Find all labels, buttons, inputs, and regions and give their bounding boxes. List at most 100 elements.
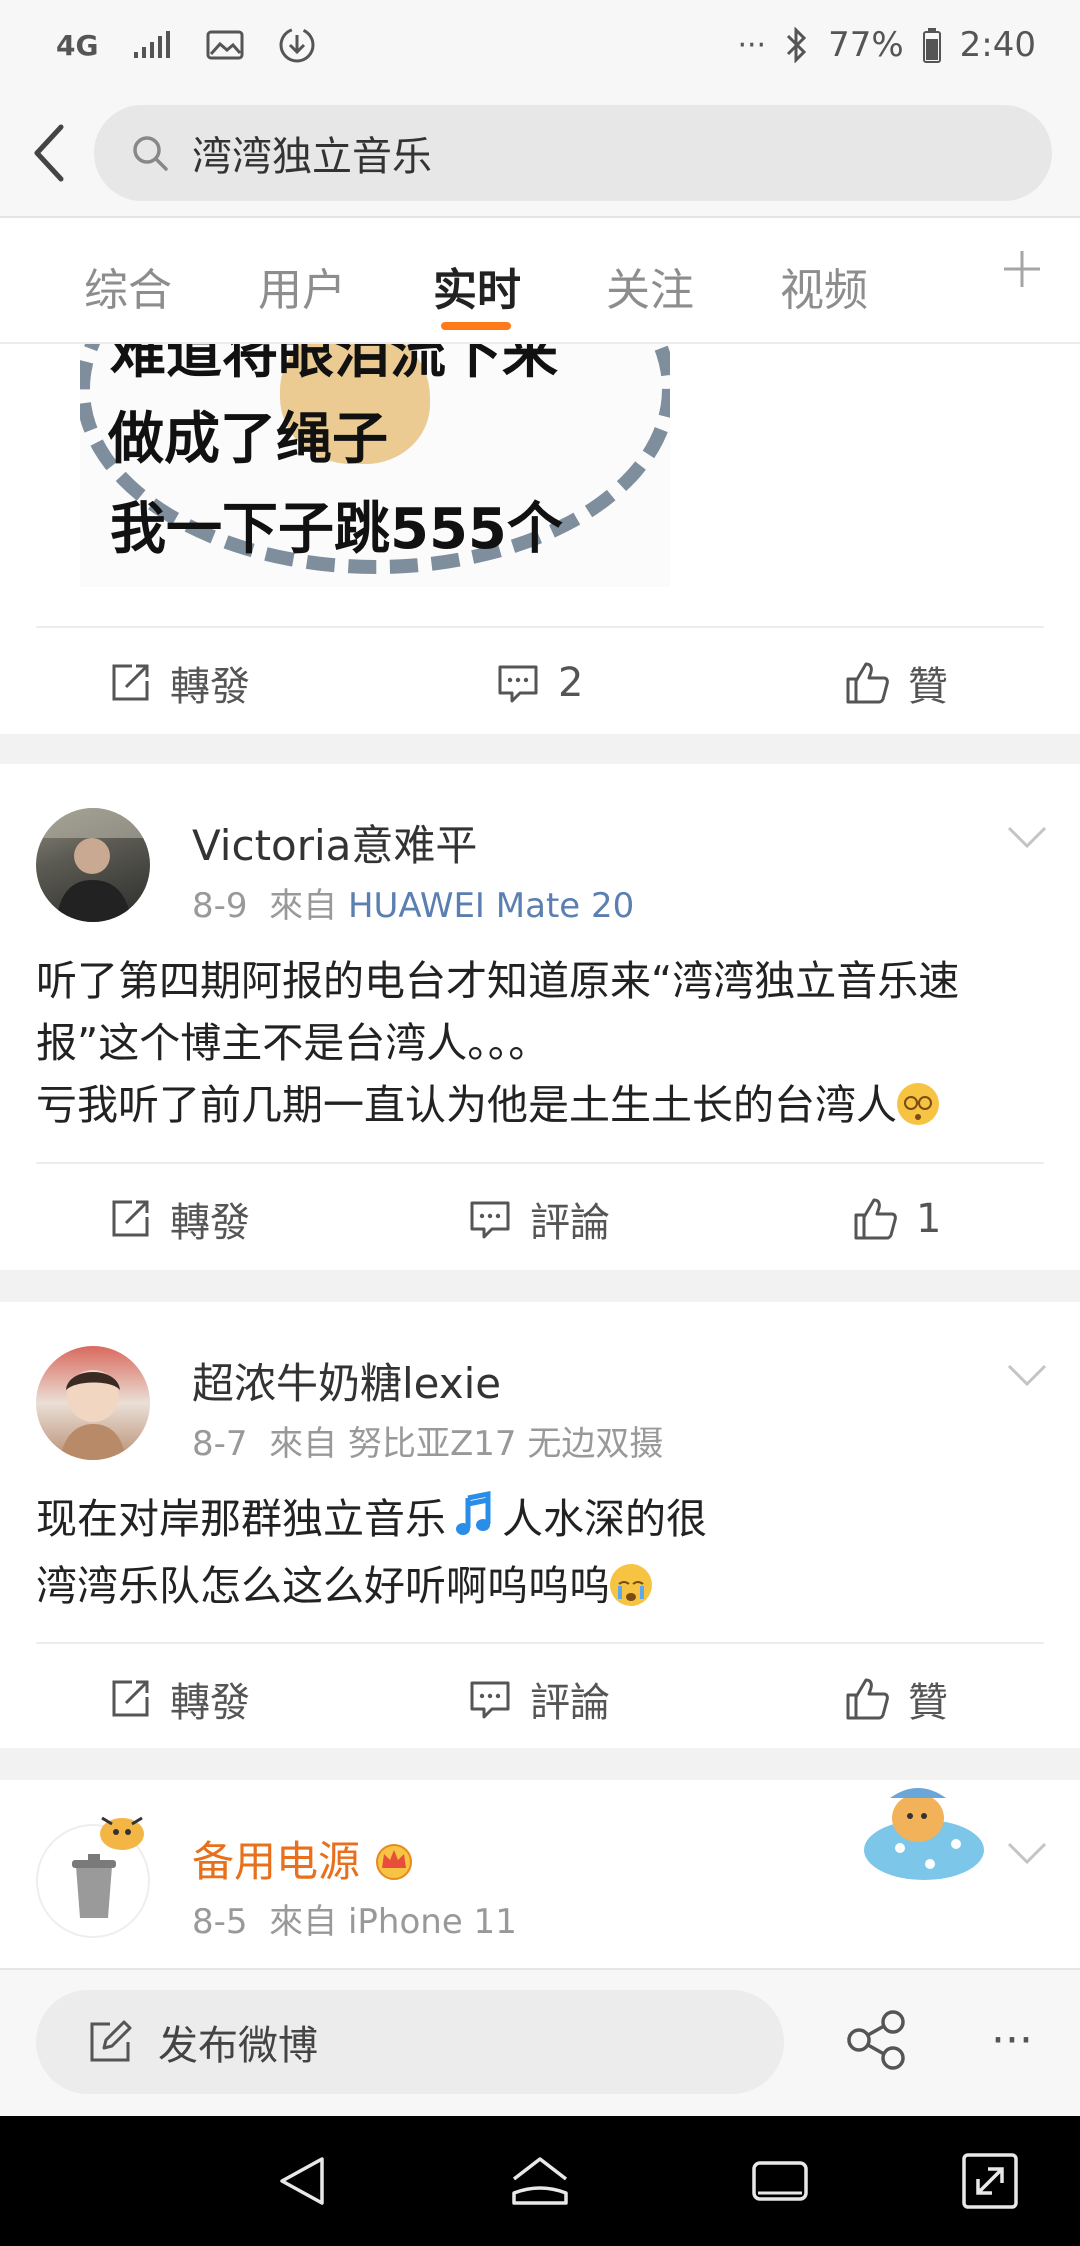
like-button[interactable]: 贊	[844, 628, 948, 738]
repost-label: 轉發	[170, 664, 250, 710]
comment-label: 評論	[530, 1200, 610, 1246]
compose-label: 发布微博	[158, 2023, 318, 2069]
network-4g-icon: 4G	[56, 28, 99, 62]
post-text-line: 现在对岸那群独立音乐 人水深的很	[36, 1488, 1046, 1555]
bottom-composer-bar: 发布微博 ···	[0, 1968, 1080, 2116]
post-text: 现在对岸那群独立音乐 人水深的很 湾湾乐队怎么这么好听啊呜呜呜	[36, 1488, 1046, 1617]
post-from: 來自	[269, 1424, 338, 1464]
chevron-down-icon[interactable]	[1005, 1360, 1049, 1390]
post-source: iPhone 11	[347, 1902, 517, 1942]
avatar-pendant-icon	[92, 1810, 152, 1856]
comment-button[interactable]: 2	[496, 628, 583, 738]
post-source-link[interactable]: HUAWEI Mate 20	[348, 886, 634, 926]
repost-button[interactable]: 轉發	[108, 1644, 250, 1754]
like-label: 贊	[908, 1680, 948, 1726]
meme-text-line: 我一下子跳555个	[110, 497, 563, 562]
post-text-line: 亏我听了前几期一直认为他是土生土长的台湾人	[36, 1074, 1046, 1136]
chevron-down-icon[interactable]	[1005, 822, 1049, 852]
post-meta: 8-9 來自 HUAWEI Mate 20	[192, 878, 634, 927]
like-button[interactable]: 1	[852, 1164, 941, 1274]
active-tab-indicator	[441, 322, 511, 330]
thumbs-up-icon	[846, 662, 889, 704]
search-query: 湾湾独立音乐	[192, 134, 432, 180]
post-date: 8-9	[192, 886, 248, 926]
tab-video[interactable]: 视频	[780, 254, 868, 318]
action-bar: 轉發 2 贊	[36, 626, 1044, 736]
comment-count: 2	[558, 660, 584, 706]
nav-home-icon[interactable]	[508, 2149, 572, 2213]
avatar[interactable]	[36, 1346, 150, 1460]
post-card[interactable]: Victoria意难平 8-9 來自 HUAWEI Mate 20 听了第四期阿…	[0, 764, 1080, 1270]
share-icon	[847, 2010, 905, 2070]
status-more-icon: ···	[737, 27, 767, 63]
post-card[interactable]: 备用电源 8-5 來自 iPhone 11	[0, 1780, 1080, 1968]
username[interactable]: 超浓牛奶糖lexie	[192, 1350, 501, 1411]
clock: 2:40	[959, 25, 1036, 65]
like-count: 1	[916, 1196, 942, 1242]
nav-expand-icon[interactable]	[958, 2149, 1022, 2213]
repost-label: 轉發	[170, 1680, 250, 1726]
vip-crown-icon	[372, 1840, 416, 1890]
search-input[interactable]: 湾湾独立音乐	[94, 105, 1052, 201]
tab-bar: 综合 用户 实时 关注 视频	[0, 218, 1080, 344]
repost-icon	[112, 1200, 149, 1237]
repost-icon	[112, 1680, 149, 1717]
post-card[interactable]: 超浓牛奶糖lexie 8-7 來自 努比亚Z17 无边双摄 现在对岸那群独立音乐…	[0, 1302, 1080, 1748]
system-navigation-bar	[0, 2116, 1080, 2246]
username[interactable]: 备用电源	[192, 1828, 416, 1890]
edit-icon	[90, 2020, 132, 2062]
compose-weibo-button[interactable]: 发布微博	[36, 1990, 784, 2094]
post-text: 听了第四期阿报的电台才知道原来“湾湾独立音乐速 报”这个博主不是台湾人。。。 亏…	[36, 950, 1046, 1136]
post-from: 來自	[269, 1902, 338, 1942]
repost-button[interactable]: 轉發	[108, 628, 250, 738]
comment-icon	[470, 1201, 510, 1239]
dizzy-face-emoji-icon	[897, 1083, 939, 1125]
crying-face-emoji-icon	[610, 1563, 652, 1606]
tab-realtime[interactable]: 实时	[433, 254, 521, 318]
battery-icon	[922, 27, 942, 63]
meme-image[interactable]: 难道将眼泪流下来 做成了绳子 我一下子跳555个	[80, 344, 670, 587]
back-arrow-icon	[34, 124, 64, 182]
tab-users[interactable]: 用户	[258, 254, 346, 318]
gallery-icon	[206, 30, 244, 60]
like-label: 贊	[908, 664, 948, 710]
share-button[interactable]	[845, 2004, 909, 2076]
chevron-down-icon[interactable]	[1005, 1838, 1049, 1868]
repost-button[interactable]: 轉發	[108, 1164, 250, 1274]
post-date: 8-7	[192, 1424, 248, 1464]
comment-label: 評論	[530, 1680, 610, 1726]
post-text-line: 听了第四期阿报的电台才知道原来“湾湾独立音乐速	[36, 957, 960, 1005]
thumbs-up-icon	[854, 1198, 897, 1240]
avatar[interactable]	[36, 808, 150, 922]
download-icon	[278, 26, 316, 64]
add-tab-icon[interactable]	[1000, 240, 1044, 305]
comment-button[interactable]: 評論	[468, 1644, 610, 1754]
back-button[interactable]	[4, 89, 94, 217]
username[interactable]: Victoria意难平	[192, 812, 477, 873]
repost-icon	[112, 664, 149, 701]
comment-icon	[470, 1681, 510, 1719]
status-bar: 4G ··· 77% 2:40	[0, 0, 1080, 90]
bluetooth-icon	[784, 27, 810, 63]
action-bar: 轉發 評論 1	[36, 1162, 1044, 1272]
search-icon	[133, 136, 168, 171]
signal-icon	[132, 30, 172, 60]
post-date: 8-5	[192, 1902, 248, 1942]
nav-back-icon[interactable]	[272, 2149, 336, 2213]
comment-button[interactable]: 評論	[468, 1164, 610, 1274]
meme-text-line: 做成了绳子	[108, 407, 388, 472]
like-button[interactable]: 贊	[844, 1644, 948, 1754]
more-options-button[interactable]: ···	[980, 2004, 1044, 2076]
tab-following[interactable]: 关注	[606, 254, 694, 318]
post-meta: 8-5 來自 iPhone 11	[192, 1894, 517, 1943]
meme-text-line: 难道将眼泪流下来	[110, 344, 558, 386]
nav-recents-icon[interactable]	[748, 2149, 812, 2213]
post-text-line: 湾湾乐队怎么这么好听啊呜呜呜	[36, 1555, 1046, 1617]
card-decoration-sticker	[860, 1778, 990, 1888]
feed-card-top: 难道将眼泪流下来 做成了绳子 我一下子跳555个 轉發 2 贊	[0, 344, 1080, 734]
tab-comprehensive[interactable]: 综合	[84, 254, 172, 318]
comment-icon	[498, 665, 538, 703]
post-meta: 8-7 來自 努比亚Z17 无边双摄	[192, 1416, 663, 1465]
post-from: 來自	[269, 886, 338, 926]
music-note-icon	[454, 1490, 494, 1555]
